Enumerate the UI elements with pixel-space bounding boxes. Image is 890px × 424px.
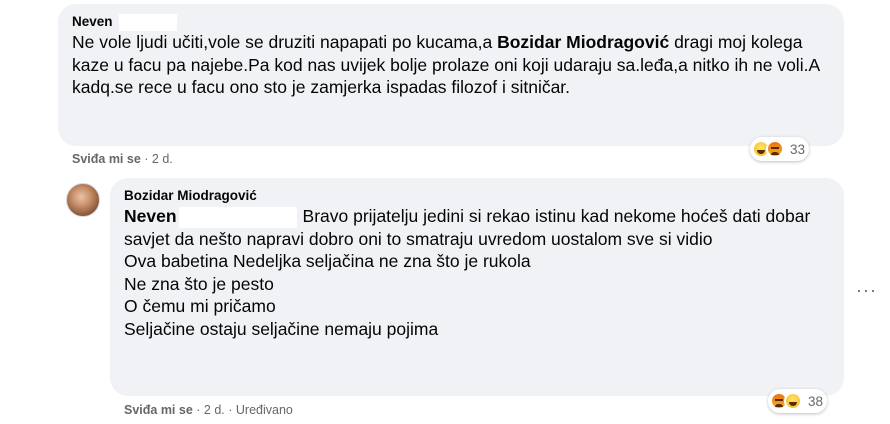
more-options-icon[interactable]: ··· xyxy=(856,280,877,301)
like-button[interactable]: Sviđa mi se xyxy=(124,403,193,417)
edited-label[interactable]: Uređivano xyxy=(236,403,293,417)
comment-timestamp[interactable]: 2 d. xyxy=(152,152,173,166)
reaction-summary[interactable]: 33 xyxy=(750,137,810,161)
mention-link[interactable]: Bozidar Miodragović xyxy=(497,32,669,52)
reply-timestamp[interactable]: 2 d. xyxy=(204,403,225,417)
reply-actions: Sviđa mi se · 2 d. · Uređivano xyxy=(124,403,293,417)
like-button[interactable]: Sviđa mi se xyxy=(72,152,141,166)
reaction-count: 33 xyxy=(790,141,806,157)
reaction-count: 38 xyxy=(808,393,824,409)
haha-icon xyxy=(784,392,802,410)
redacted-name xyxy=(118,13,177,31)
reaction-summary[interactable]: 38 xyxy=(768,389,828,413)
reply-bubble: Bozidar Miodragović Neven Bravo prijatelj… xyxy=(110,178,844,396)
reply-line: Ne zna što je pesto xyxy=(124,273,274,294)
reply-line: O čemu mi pričamo xyxy=(124,296,276,317)
reply-line: Seljačine ostaju seljačine nemaju pojima xyxy=(124,318,439,339)
reply-text: Neven Bravo prijatelju jedini si rekao is… xyxy=(124,206,816,249)
angry-icon xyxy=(766,140,784,158)
redacted-name xyxy=(178,206,297,228)
mention-link[interactable]: Neven xyxy=(124,206,303,228)
comment-author[interactable]: Neven xyxy=(72,13,830,31)
comment-text: Ne vole ljudi učiti,vole se druziti napa… xyxy=(72,32,825,97)
comment-actions: Sviđa mi se · 2 d. xyxy=(72,152,173,166)
reply-line: Ova babetina Nedeljka seljačina ne zna š… xyxy=(124,251,531,272)
comment-bubble: Neven Ne vole ljudi učiti,vole se druzit… xyxy=(58,4,844,146)
avatar[interactable] xyxy=(66,183,100,217)
reply-author[interactable]: Bozidar Miodragović xyxy=(124,187,830,205)
